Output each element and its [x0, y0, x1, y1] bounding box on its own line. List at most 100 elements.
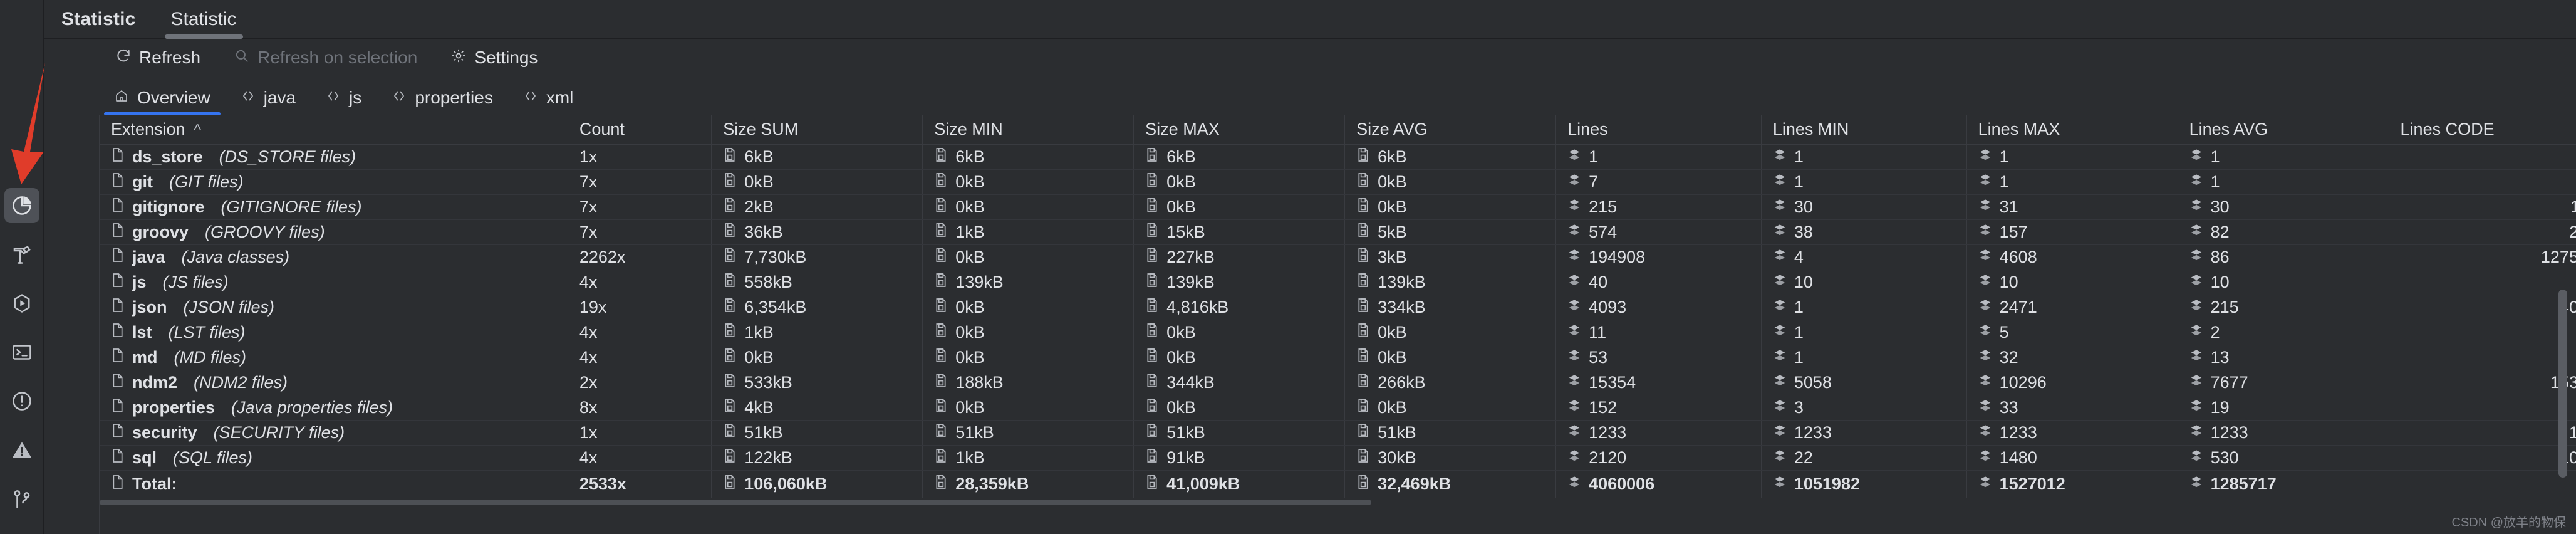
lines-icon: [1773, 423, 1787, 442]
sidebar-item-run[interactable]: [4, 286, 39, 321]
file-icon: [111, 398, 125, 417]
tab-xml[interactable]: xml: [508, 80, 589, 115]
sidebar-item-version-control[interactable]: [4, 481, 39, 516]
table-row[interactable]: lst(LST files)4x1kB0kB0kB0kB1115211: [100, 320, 2576, 345]
total-lines-code: [2389, 469, 2576, 498]
extension-name: security: [132, 422, 197, 442]
vertical-scrollbar-thumb[interactable]: [2558, 290, 2567, 478]
sort-ascending-icon: ^: [194, 122, 201, 139]
tab-properties-label: properties: [415, 88, 493, 107]
column-header-lines-code[interactable]: Lines CODE: [2389, 115, 2576, 145]
table-body: ds_store (DS_STORE files) 1x 6kB 6kB 6kB 6kB 1 1…: [100, 144, 2576, 471]
table-row[interactable]: java (Java classes) 2262x 7,730kB 0kB 227kB 3k…: [100, 244, 2576, 270]
table-row[interactable]: properties (Java properties files) 8x 4kB 0k…: [100, 395, 2576, 421]
save-icon: [934, 147, 948, 167]
settings-button[interactable]: Settings: [434, 44, 554, 71]
vertical-scrollbar[interactable]: [2558, 290, 2567, 534]
cell-lines-avg: 13: [2178, 345, 2389, 370]
lines-icon: [1978, 423, 1992, 442]
horizontal-scrollbar-thumb[interactable]: [100, 500, 1371, 505]
table-row[interactable]: json (JSON files) 19x 6,354kB 0kB 4,816kB 334k…: [100, 295, 2576, 320]
lines-icon: [1773, 248, 1787, 267]
tab-overview[interactable]: Overview: [99, 80, 226, 115]
save-icon: [1356, 248, 1370, 267]
lines-icon: [1773, 398, 1787, 417]
statistics-table: Extension ^ Count Size SUM Size MIN Size …: [100, 115, 2576, 498]
lines-icon: [2189, 172, 2203, 192]
refresh-on-selection-button[interactable]: Refresh on selection: [217, 44, 434, 71]
lines-icon: [1567, 323, 1581, 342]
column-header-lines-min[interactable]: Lines MIN: [1761, 115, 1967, 145]
save-icon: [1356, 147, 1370, 167]
hammer-icon: [11, 243, 33, 266]
search-icon: [234, 48, 250, 68]
cell-size-avg: 0kB: [1344, 194, 1557, 220]
home-icon: [114, 88, 129, 108]
toolbar: Refresh Refresh on selection Settings: [44, 39, 2576, 76]
column-header-lines-max[interactable]: Lines MAX: [1966, 115, 2178, 145]
column-header-size-min[interactable]: Size MIN: [922, 115, 1135, 145]
file-icon: [111, 223, 125, 242]
cell-size-min: 0kB: [922, 345, 1135, 370]
save-icon: [723, 298, 737, 317]
code-brackets-icon: [523, 88, 538, 108]
sidebar-item-warnings[interactable]: [4, 432, 39, 468]
cell-size-avg: 139kB: [1344, 270, 1557, 295]
save-icon: [1356, 423, 1370, 442]
cell-size-max: 4,816kB: [1133, 295, 1346, 320]
refresh-button[interactable]: Refresh: [99, 44, 217, 71]
sidebar-item-statistic[interactable]: [4, 188, 39, 223]
cell-size-max: 91kB: [1133, 445, 1346, 471]
cell-size-avg: 266kB: [1344, 370, 1557, 395]
cell-size-sum: 0kB: [711, 169, 923, 195]
cell-size-sum: 558kB: [711, 270, 923, 295]
tab-js[interactable]: js: [311, 80, 377, 115]
lines-icon: [2189, 223, 2203, 242]
cell-lines: 53: [1555, 345, 1762, 370]
save-icon: [934, 448, 948, 468]
cell-size-max: 0kB: [1133, 194, 1346, 220]
column-header-count[interactable]: Count: [568, 115, 712, 145]
table-row[interactable]: git(GIT files)7x0kB0kB0kB0kB71117: [100, 169, 2576, 195]
extension-name: java: [132, 247, 165, 266]
table-row[interactable]: sql (SQL files) 4x 122kB 1kB 91kB 30kB 2120 22 14…: [100, 445, 2576, 471]
tab-statistic[interactable]: Statistic: [164, 0, 243, 39]
cell-lines: 152: [1555, 395, 1762, 421]
table-row[interactable]: md(MD files)4x0kB0kB0kB0kB531321322: [100, 345, 2576, 370]
cell-extension: java (Java classes): [100, 244, 568, 270]
column-header-size-sum[interactable]: Size SUM: [711, 115, 923, 145]
cell-size-min: 0kB: [922, 295, 1135, 320]
column-header-lines-avg[interactable]: Lines AVG: [2178, 115, 2389, 145]
column-header-lines[interactable]: Lines: [1555, 115, 1762, 145]
column-header-extension[interactable]: Extension ^: [100, 115, 568, 145]
category-tabs: Overview java js properties xml: [44, 76, 2576, 115]
cell-lines: 1: [1555, 144, 1762, 170]
sidebar-item-terminal[interactable]: [4, 335, 39, 370]
column-header-size-max[interactable]: Size MAX: [1133, 115, 1346, 145]
cell-lines-avg: 30: [2178, 194, 2389, 220]
tab-properties[interactable]: properties: [377, 80, 508, 115]
extension-name: sql: [132, 448, 157, 467]
cell-lines: 2120: [1555, 445, 1762, 471]
cell-lines-code: 127552: [2389, 244, 2576, 270]
statistic-tool-window: Statistic Statistic Refresh Refresh on s…: [0, 0, 2576, 534]
sidebar-item-problems[interactable]: [4, 384, 39, 419]
table-row[interactable]: ndm2 (NDM2 files) 2x 533kB 188kB 344kB 266kB 15…: [100, 370, 2576, 395]
cell-size-min: 0kB: [922, 244, 1135, 270]
cell-size-min: 139kB: [922, 270, 1135, 295]
file-icon: [111, 348, 125, 367]
horizontal-scrollbar[interactable]: [100, 500, 2576, 505]
table-row[interactable]: groovy (GROOVY files) 7x 36kB 1kB 15kB 5kB 574 3…: [100, 219, 2576, 245]
tab-java[interactable]: java: [226, 80, 311, 115]
file-icon: [111, 298, 125, 317]
table-row[interactable]: js (JS files) 4x 558kB 139kB 139kB 139kB 40 10 10…: [100, 270, 2576, 295]
sidebar-item-build[interactable]: [4, 237, 39, 272]
table-row[interactable]: ds_store (DS_STORE files) 1x 6kB 6kB 6kB 6kB 1 1…: [100, 144, 2576, 170]
lines-icon: [1773, 273, 1787, 292]
cell-size-max: 344kB: [1133, 370, 1346, 395]
lines-icon: [2189, 248, 2203, 267]
table-row[interactable]: security (SECURITY files) 1x 51kB 51kB 51kB 51…: [100, 420, 2576, 446]
cell-size-max: 15kB: [1133, 219, 1346, 245]
table-row[interactable]: gitignore (GITIGNORE files) 7x 2kB 0kB 0kB 0kB…: [100, 194, 2576, 220]
column-header-size-avg[interactable]: Size AVG: [1344, 115, 1557, 145]
